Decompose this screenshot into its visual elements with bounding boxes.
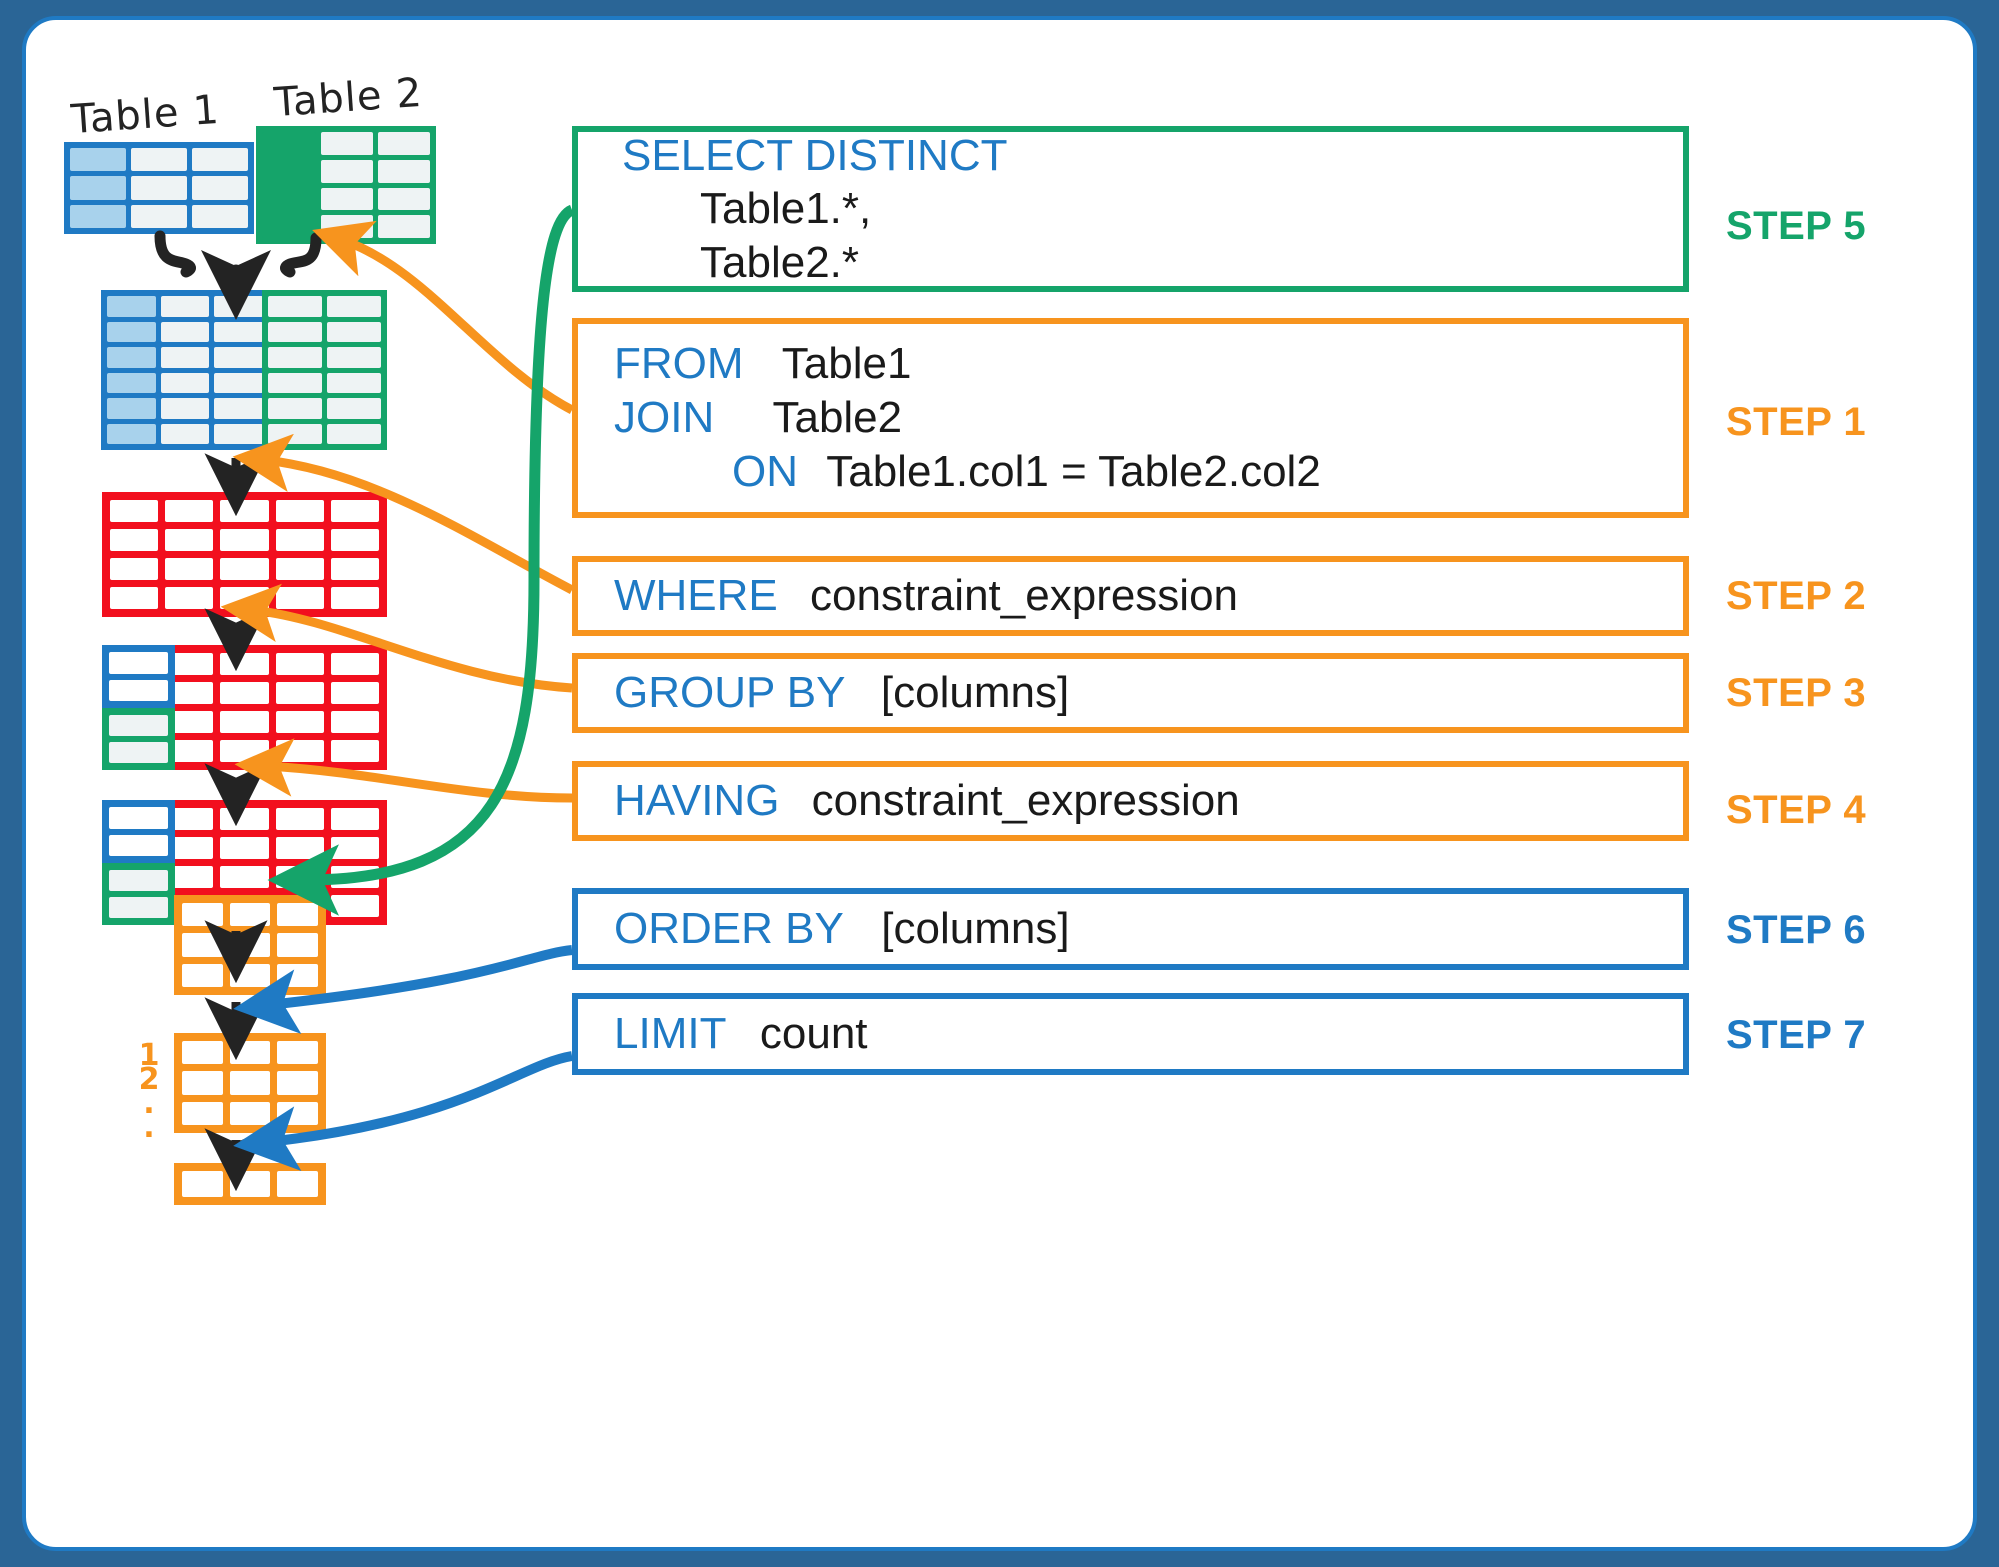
on-value: Table1.col1 = Table2.col2 — [826, 446, 1321, 496]
table1-caption: Table 1 — [69, 86, 222, 144]
having-value: constraint_expression — [811, 776, 1240, 826]
groupby-line: GROUP BY [columns] — [614, 666, 1683, 720]
where-value: constraint_expression — [810, 571, 1239, 621]
groupby-value: [columns] — [880, 668, 1070, 718]
clause-box-where[interactable]: WHERE constraint_expression — [572, 556, 1689, 636]
clause-box-having[interactable]: HAVING constraint_expression — [572, 761, 1689, 841]
select-line-1: SELECT DISTINCT — [622, 129, 1683, 183]
groupby-keyword: GROUP BY — [614, 668, 845, 718]
diagram-canvas: Table 1 Table 2 1 2 . . SELECT DISTINCT … — [22, 16, 1977, 1551]
limit-keyword: LIMIT — [614, 1009, 726, 1059]
orderby-value: [columns] — [881, 904, 1070, 954]
clause-box-orderby[interactable]: ORDER BY [columns] — [572, 888, 1689, 970]
clause-box-from[interactable]: FROM Table1 JOIN Table2 ON Table1.col1 =… — [572, 318, 1689, 518]
limit-line: LIMIT count — [614, 1007, 1683, 1061]
step-label-limit: STEP 7 — [1726, 1013, 1867, 1057]
row-number: . — [143, 1110, 155, 1145]
clause-box-groupby[interactable]: GROUP BY [columns] — [572, 653, 1689, 733]
from-line: FROM Table1 — [614, 337, 1683, 391]
where-result-table — [102, 492, 387, 617]
table2-caption: Table 2 — [272, 69, 425, 127]
table1-grid — [64, 142, 254, 234]
callout-arrow-having — [234, 738, 573, 803]
on-keyword: ON — [732, 446, 798, 496]
step-label-orderby: STEP 6 — [1726, 908, 1867, 952]
from-value: Table1 — [781, 339, 912, 389]
where-line: WHERE constraint_expression — [614, 569, 1683, 623]
outer-frame: Table 1 Table 2 1 2 . . SELECT DISTINCT … — [0, 0, 1999, 1567]
step-label-having: STEP 4 — [1726, 788, 1867, 832]
step-label-select: STEP 5 — [1726, 204, 1867, 248]
having-keyword: HAVING — [614, 776, 780, 826]
groupby-blue-group — [102, 645, 175, 708]
joined-table-green-part — [262, 290, 387, 450]
select-line-3: Table2.* — [700, 237, 860, 287]
table2-grid — [256, 126, 436, 244]
having-blue-group — [102, 800, 175, 863]
orderby-keyword: ORDER BY — [614, 904, 844, 954]
orderby-result-table — [174, 1033, 326, 1133]
step-label-from: STEP 1 — [1726, 400, 1867, 444]
join-keyword: JOIN — [614, 393, 715, 443]
on-line: ON Table1.col1 = Table2.col2 — [614, 445, 1683, 499]
joined-table-blue-part — [101, 290, 269, 450]
orderby-line: ORDER BY [columns] — [614, 902, 1683, 956]
groupby-green-group — [102, 708, 175, 770]
having-line: HAVING constraint_expression — [614, 774, 1683, 828]
step-label-groupby: STEP 3 — [1726, 671, 1867, 715]
limit-result-table — [174, 1163, 326, 1205]
clause-box-select[interactable]: SELECT DISTINCT Table1.*, Table2.* — [572, 126, 1689, 292]
step-label-where: STEP 2 — [1726, 574, 1867, 618]
clause-box-limit[interactable]: LIMIT count — [572, 993, 1689, 1075]
limit-value: count — [759, 1009, 868, 1059]
join-value: Table2 — [772, 393, 903, 443]
where-keyword: WHERE — [614, 571, 778, 621]
row-number-labels: 1 2 . . — [136, 1041, 162, 1145]
having-green-group — [102, 863, 175, 925]
from-keyword: FROM — [614, 339, 744, 389]
select-result-table — [174, 895, 326, 995]
select-line-2: Table1.*, — [700, 184, 872, 234]
select-keyword: SELECT DISTINCT — [622, 130, 1008, 180]
join-line: JOIN Table2 — [614, 391, 1683, 445]
